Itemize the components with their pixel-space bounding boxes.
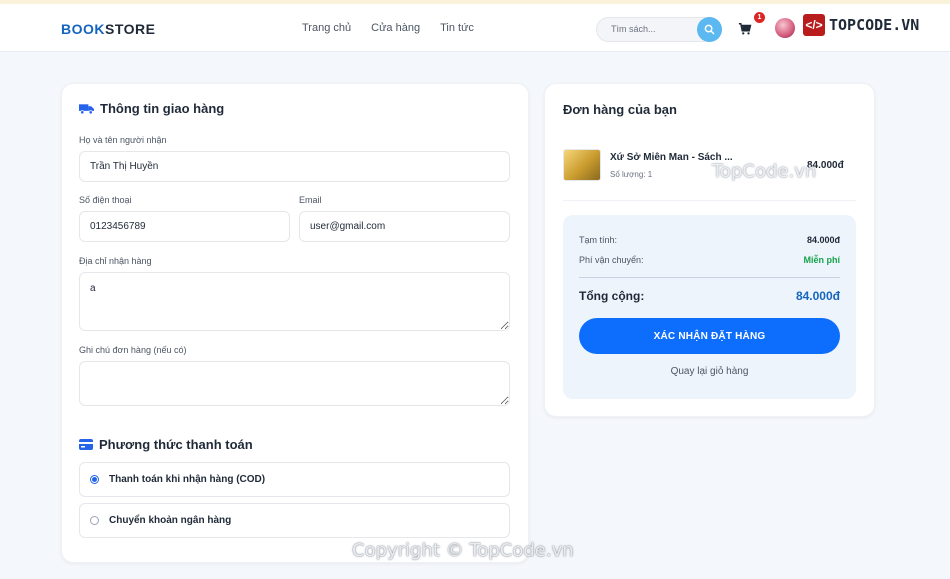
search-icon <box>704 24 715 35</box>
address-textarea[interactable]: a <box>79 272 510 331</box>
nav-shop[interactable]: Cửa hàng <box>371 22 420 34</box>
radio-bank[interactable] <box>90 516 99 525</box>
user-avatar[interactable] <box>775 18 795 38</box>
brand-logo: </> TOPCODE.VN <box>803 14 919 36</box>
main-nav: Trang chủ Cửa hàng Tin tức <box>302 22 474 34</box>
nav-home[interactable]: Trang chủ <box>302 22 351 34</box>
phone-input[interactable] <box>79 211 290 242</box>
email-label: Email <box>299 195 322 205</box>
search-box <box>596 17 722 42</box>
brand-mark-icon: </> <box>803 14 825 36</box>
name-label: Họ và tên người nhận <box>79 135 167 145</box>
shipping-fee-row: Phí vận chuyển: Miễn phí <box>579 255 840 265</box>
email-input[interactable] <box>299 211 510 242</box>
confirm-order-button[interactable]: XÁC NHẬN ĐẶT HÀNG <box>579 318 840 354</box>
item-divider <box>563 200 856 201</box>
credit-card-icon <box>79 439 93 450</box>
cart-count-badge: 1 <box>754 12 765 23</box>
nav-news[interactable]: Tin tức <box>440 22 474 34</box>
order-heading: Đơn hàng của bạn <box>563 102 677 117</box>
note-textarea[interactable] <box>79 361 510 406</box>
total-row: Tổng cộng: 84.000đ <box>579 289 840 303</box>
radio-cod[interactable] <box>90 475 99 484</box>
shipping-heading: Thông tin giao hàng <box>79 101 224 116</box>
summary-divider <box>579 277 840 278</box>
brand-text: TOPCODE.VN <box>829 16 920 34</box>
payment-heading: Phương thức thanh toán <box>79 437 253 452</box>
watermark-copyright: Copyright © TopCode.vn <box>352 540 574 561</box>
truck-icon <box>79 103 94 114</box>
payment-option-cod[interactable]: Thanh toán khi nhận hàng (COD) <box>79 462 510 497</box>
book-thumbnail <box>563 149 601 181</box>
payment-option-bank[interactable]: Chuyển khoản ngân hàng <box>79 503 510 538</box>
phone-label: Số điện thoại <box>79 195 132 205</box>
address-label: Địa chỉ nhận hàng <box>79 256 152 266</box>
back-to-cart-link[interactable]: Quay lại giỏ hàng <box>579 366 840 377</box>
watermark-topcode: TopCode.vn <box>712 161 817 182</box>
site-header: BOOKSTORE Trang chủ Cửa hàng Tin tức 1 <… <box>0 4 950 52</box>
logo[interactable]: BOOKSTORE <box>61 21 155 37</box>
subtotal-row: Tạm tính: 84.000đ <box>579 235 840 245</box>
recipient-name-input[interactable] <box>79 151 510 182</box>
search-button[interactable] <box>697 17 722 42</box>
cart-icon[interactable] <box>738 22 752 36</box>
search-input[interactable] <box>611 24 691 34</box>
item-quantity: Số lượng: 1 <box>610 170 653 179</box>
note-label: Ghi chú đơn hàng (nếu có) <box>79 345 187 355</box>
